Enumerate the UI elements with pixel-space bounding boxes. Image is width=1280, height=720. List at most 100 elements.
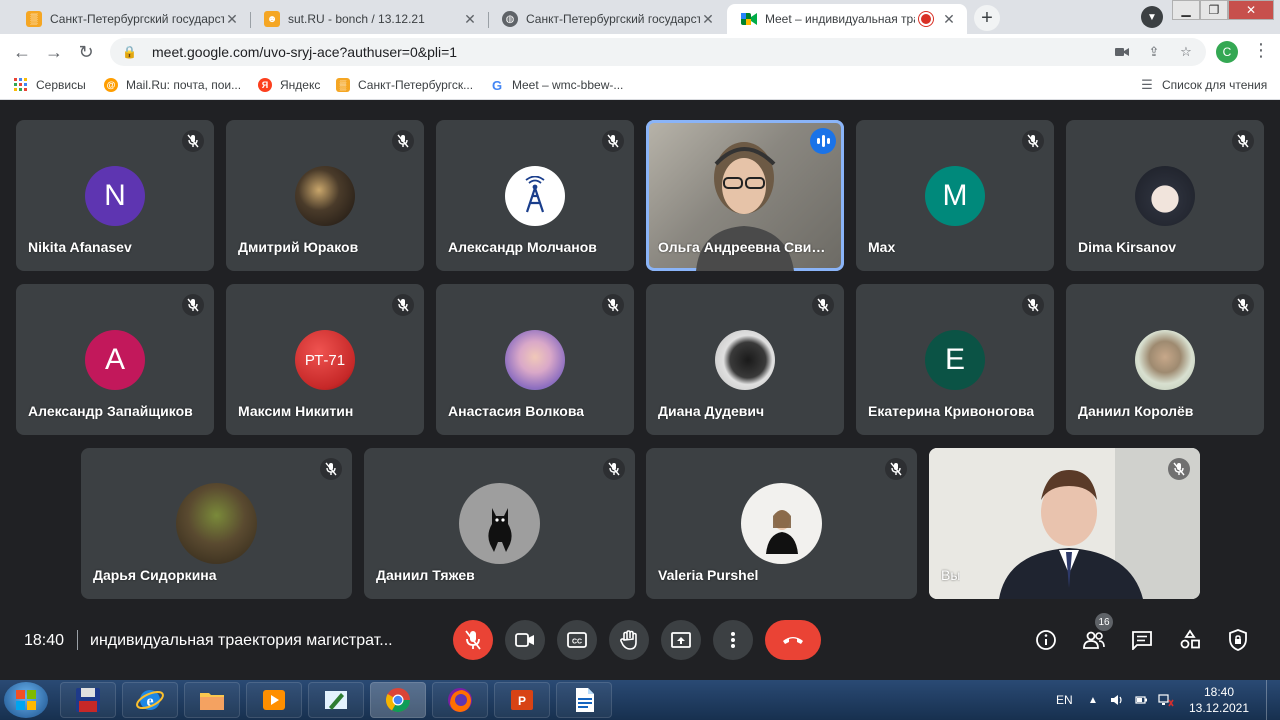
lock-icon[interactable]: 🔒 — [122, 45, 138, 59]
avatar: M — [925, 166, 985, 226]
bookmark-meet[interactable]: G Meet – wmc-bbew-... — [490, 76, 623, 94]
more-options-button[interactable] — [713, 620, 753, 660]
volume-icon[interactable] — [1110, 680, 1124, 720]
minimize-icon[interactable]: ▁ — [1172, 0, 1200, 20]
participant-name: Ольга Андреевна Сви… — [658, 239, 826, 255]
camera-permission-icon[interactable] — [1112, 42, 1132, 62]
bookmark-mailru[interactable]: @ Mail.Ru: почта, пои... — [104, 76, 241, 94]
self-video-feed — [929, 448, 1200, 599]
maximize-icon[interactable]: ❐ — [1200, 0, 1228, 20]
activities-button[interactable] — [1176, 626, 1204, 654]
participant-tile[interactable]: Диана Дудевич — [646, 284, 844, 435]
camera-toggle-button[interactable] — [505, 620, 545, 660]
taskbar-app[interactable] — [184, 682, 240, 718]
participants-count-badge: 16 — [1095, 613, 1113, 631]
video-camera-icon — [515, 633, 534, 647]
participant-tile[interactable]: A Александр Запайщиков — [16, 284, 214, 435]
mic-off-icon — [602, 294, 624, 316]
browser-tab[interactable]: ☻ sut.RU - bonch / 13.12.21 ✕ — [250, 4, 488, 34]
taskbar-app[interactable] — [308, 682, 364, 718]
participant-tile[interactable]: M Max — [856, 120, 1054, 271]
close-tab-icon[interactable]: ✕ — [224, 11, 240, 28]
forward-arrow-icon[interactable]: → — [42, 40, 66, 64]
raise-hand-button[interactable] — [609, 620, 649, 660]
present-screen-icon — [671, 632, 691, 648]
avatar-photo — [505, 330, 565, 390]
globe-favicon-icon: ◍ — [502, 11, 518, 27]
participant-name: Александр Молчанов — [448, 239, 597, 255]
participant-tile[interactable]: РТ-71 Максим Никитин — [226, 284, 424, 435]
participant-tile[interactable]: Даниил Королёв — [1066, 284, 1264, 435]
microphone-toggle-button[interactable] — [453, 620, 493, 660]
browser-tab[interactable]: ▒ Санкт-Петербургский государст… ✕ — [12, 4, 250, 34]
radio-tower-avatar-icon — [505, 166, 565, 226]
back-arrow-icon[interactable]: ← — [10, 40, 34, 64]
window-close-icon[interactable]: ✕ — [1228, 0, 1274, 20]
close-tab-icon[interactable]: ✕ — [700, 11, 716, 28]
self-view-tile[interactable]: Вы — [929, 448, 1200, 599]
bookmark-services[interactable]: Сервисы — [14, 76, 86, 94]
speaking-indicator-icon — [810, 128, 836, 154]
paint-icon — [325, 691, 347, 710]
meeting-name: индивидуальная траектория магистрат... — [90, 632, 393, 649]
show-desktop-button[interactable] — [1266, 680, 1277, 720]
participant-tile[interactable]: Valeria Purshel — [646, 448, 917, 599]
show-hidden-icons-icon[interactable]: ▲ — [1088, 680, 1098, 720]
close-tab-icon[interactable]: ✕ — [941, 11, 957, 28]
participant-tile[interactable]: Александр Молчанов — [436, 120, 634, 271]
participant-tile[interactable]: Анастасия Волкова — [436, 284, 634, 435]
taskbar-app[interactable]: e — [122, 682, 178, 718]
participant-name: Максим Никитин — [238, 403, 354, 419]
reload-icon[interactable]: ↻ — [74, 40, 98, 64]
participant-tile[interactable]: Dima Kirsanov — [1066, 120, 1264, 271]
participant-tile[interactable]: N Nikita Afanasev — [16, 120, 214, 271]
raise-hand-icon — [620, 630, 637, 650]
system-clock[interactable]: 18:40 13.12.2021 — [1184, 684, 1254, 716]
browser-menu-icon[interactable]: ⋮ — [1252, 40, 1270, 61]
participant-tile-speaking[interactable]: Ольга Андреевна Сви… — [646, 120, 844, 271]
internet-explorer-icon: e — [136, 690, 164, 710]
start-button[interactable] — [4, 682, 48, 718]
tab-search-icon[interactable]: ▼ — [1141, 6, 1163, 28]
profile-avatar[interactable]: C — [1216, 41, 1238, 63]
participant-name: Вы — [941, 567, 961, 583]
participant-tile[interactable]: Даниил Тяжев — [364, 448, 635, 599]
shield-lock-icon — [1229, 629, 1247, 651]
meet-favicon-icon — [741, 11, 757, 27]
bookmarks-bar: Сервисы @ Mail.Ru: почта, пои... Я Яндек… — [0, 70, 1280, 100]
bookmark-star-icon[interactable]: ☆ — [1176, 42, 1196, 62]
leave-call-button[interactable] — [765, 620, 821, 660]
people-icon — [1083, 631, 1105, 649]
browser-tab[interactable]: ◍ Санкт-Петербургский государст… ✕ — [488, 4, 726, 34]
bookmark-yandex[interactable]: Я Яндекс — [258, 76, 320, 94]
network-icon[interactable] — [1158, 680, 1174, 720]
participant-tile[interactable]: Дмитрий Юраков — [226, 120, 424, 271]
share-icon[interactable]: ⇪ — [1144, 42, 1164, 62]
chat-button[interactable] — [1128, 626, 1156, 654]
taskbar-app-active[interactable] — [370, 682, 426, 718]
captions-button[interactable]: CC — [557, 620, 597, 660]
reading-list[interactable]: ☰ Список для чтения — [1140, 76, 1267, 94]
host-controls-button[interactable] — [1224, 626, 1252, 654]
participant-tile[interactable]: Дарья Сидоркина — [81, 448, 352, 599]
present-screen-button[interactable] — [661, 620, 701, 660]
more-vert-icon — [731, 632, 735, 648]
taskbar-app[interactable] — [60, 682, 116, 718]
divider — [77, 630, 78, 650]
taskbar-app[interactable] — [556, 682, 612, 718]
close-tab-icon[interactable]: ✕ — [462, 11, 478, 28]
new-tab-button[interactable]: + — [974, 5, 1000, 31]
mic-off-icon — [392, 130, 414, 152]
reading-list-label: Список для чтения — [1162, 78, 1268, 92]
address-bar[interactable]: 🔒 meet.google.com/uvo-sryj-ace?authuser=… — [110, 38, 1206, 66]
avatar: A — [85, 330, 145, 390]
taskbar-app[interactable] — [432, 682, 488, 718]
meeting-details-button[interactable] — [1032, 626, 1060, 654]
bookmark-spbgut[interactable]: ▒ Санкт-Петербургск... — [336, 76, 473, 94]
power-icon[interactable] — [1134, 680, 1148, 720]
input-language-indicator[interactable]: EN — [1056, 680, 1073, 720]
browser-tab-active[interactable]: Meet – индивидуальная тра ✕ — [727, 4, 967, 34]
participant-tile[interactable]: E Екатерина Кривоногова — [856, 284, 1054, 435]
taskbar-app[interactable]: P — [494, 682, 550, 718]
taskbar-app[interactable] — [246, 682, 302, 718]
